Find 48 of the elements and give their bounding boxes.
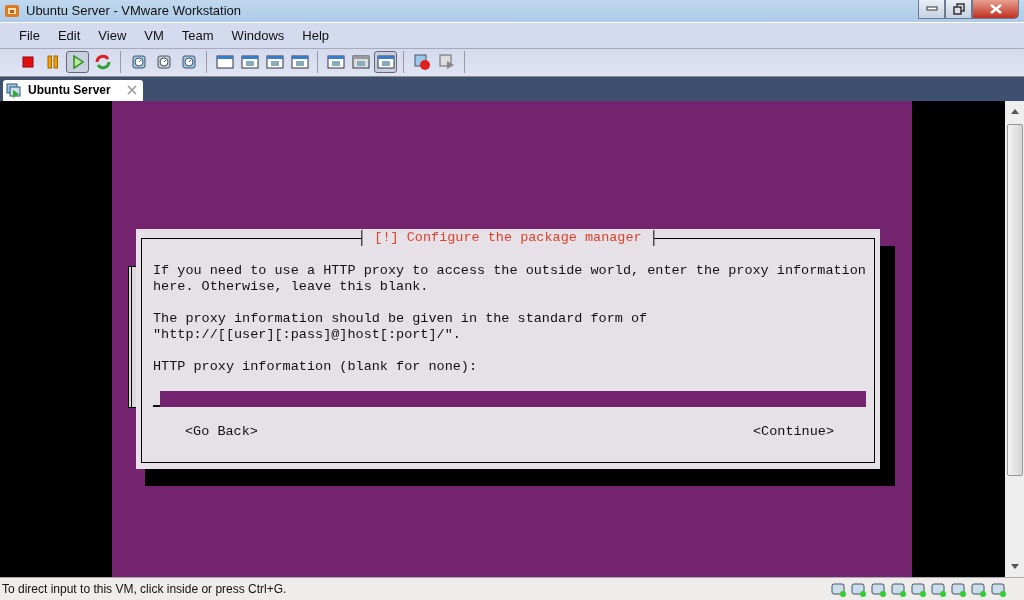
status-text: To direct input to this VM, click inside or press Ctrl+G.: [2, 582, 287, 597]
window-icon: [290, 53, 309, 72]
window-icon: [215, 53, 234, 72]
scroll-up-icon[interactable]: [1010, 108, 1019, 114]
text-cursor: [153, 404, 160, 407]
menu-item[interactable]: Windows: [222, 27, 294, 43]
dialog-text: If you need to use a HTTP proxy to access the outside world, enter the proxy information: [153, 262, 866, 279]
scroll-thumb[interactable]: [1006, 123, 1023, 476]
record-icon: [412, 53, 431, 72]
scroll-down-icon[interactable]: [1010, 564, 1019, 570]
dialog-title: [!] Configure the package manager: [361, 229, 655, 246]
close-button[interactable]: [972, 0, 1019, 19]
clock-icon: [154, 53, 173, 72]
refresh-icon: [93, 53, 112, 72]
restore-icon: [952, 3, 965, 15]
clock-icon: [129, 53, 148, 72]
dialog-text: The proxy information should be given in the standard form of: [153, 310, 649, 327]
window-icon: [265, 53, 284, 72]
vm-tab[interactable]: Ubuntu Server: [3, 79, 143, 101]
window-icon: [351, 53, 370, 72]
dialog-button[interactable]: <Go Back>: [185, 423, 258, 440]
close-icon[interactable]: [126, 85, 137, 96]
menu-item[interactable]: VM: [135, 27, 173, 43]
play-icon: [437, 53, 456, 72]
menu-item[interactable]: File: [10, 27, 49, 43]
dialog-text: here. Otherwise, leave this blank.: [153, 278, 430, 295]
restore-button[interactable]: [945, 0, 972, 19]
menu-item[interactable]: Help: [293, 27, 339, 43]
window-icon: [240, 53, 259, 72]
proxy-input-field[interactable]: [160, 390, 866, 407]
menu-item[interactable]: Team: [172, 27, 223, 43]
scrollbar[interactable]: [1005, 100, 1024, 578]
dialog-text: HTTP proxy information (blank for none):: [153, 358, 479, 375]
minimize-icon: [925, 6, 938, 12]
close-icon: [988, 4, 1003, 14]
app-icon: [4, 2, 20, 19]
menu-item[interactable]: Edit: [48, 27, 90, 43]
minimize-button[interactable]: [918, 0, 945, 19]
window-icon: [376, 53, 395, 72]
toolbar-button[interactable]: [374, 51, 397, 74]
window-title: Ubuntu Server - VMware Workstation: [26, 3, 242, 19]
toolbar-button[interactable]: [66, 51, 89, 74]
dialog-button[interactable]: <Continue>: [753, 423, 834, 440]
vm-icon: [6, 82, 22, 99]
window-icon: [326, 53, 345, 72]
clock-icon: [179, 53, 198, 72]
dialog-text: "http://[[user][:pass]@]host[:port]/".: [153, 326, 462, 343]
menu-item[interactable]: View: [89, 27, 136, 43]
